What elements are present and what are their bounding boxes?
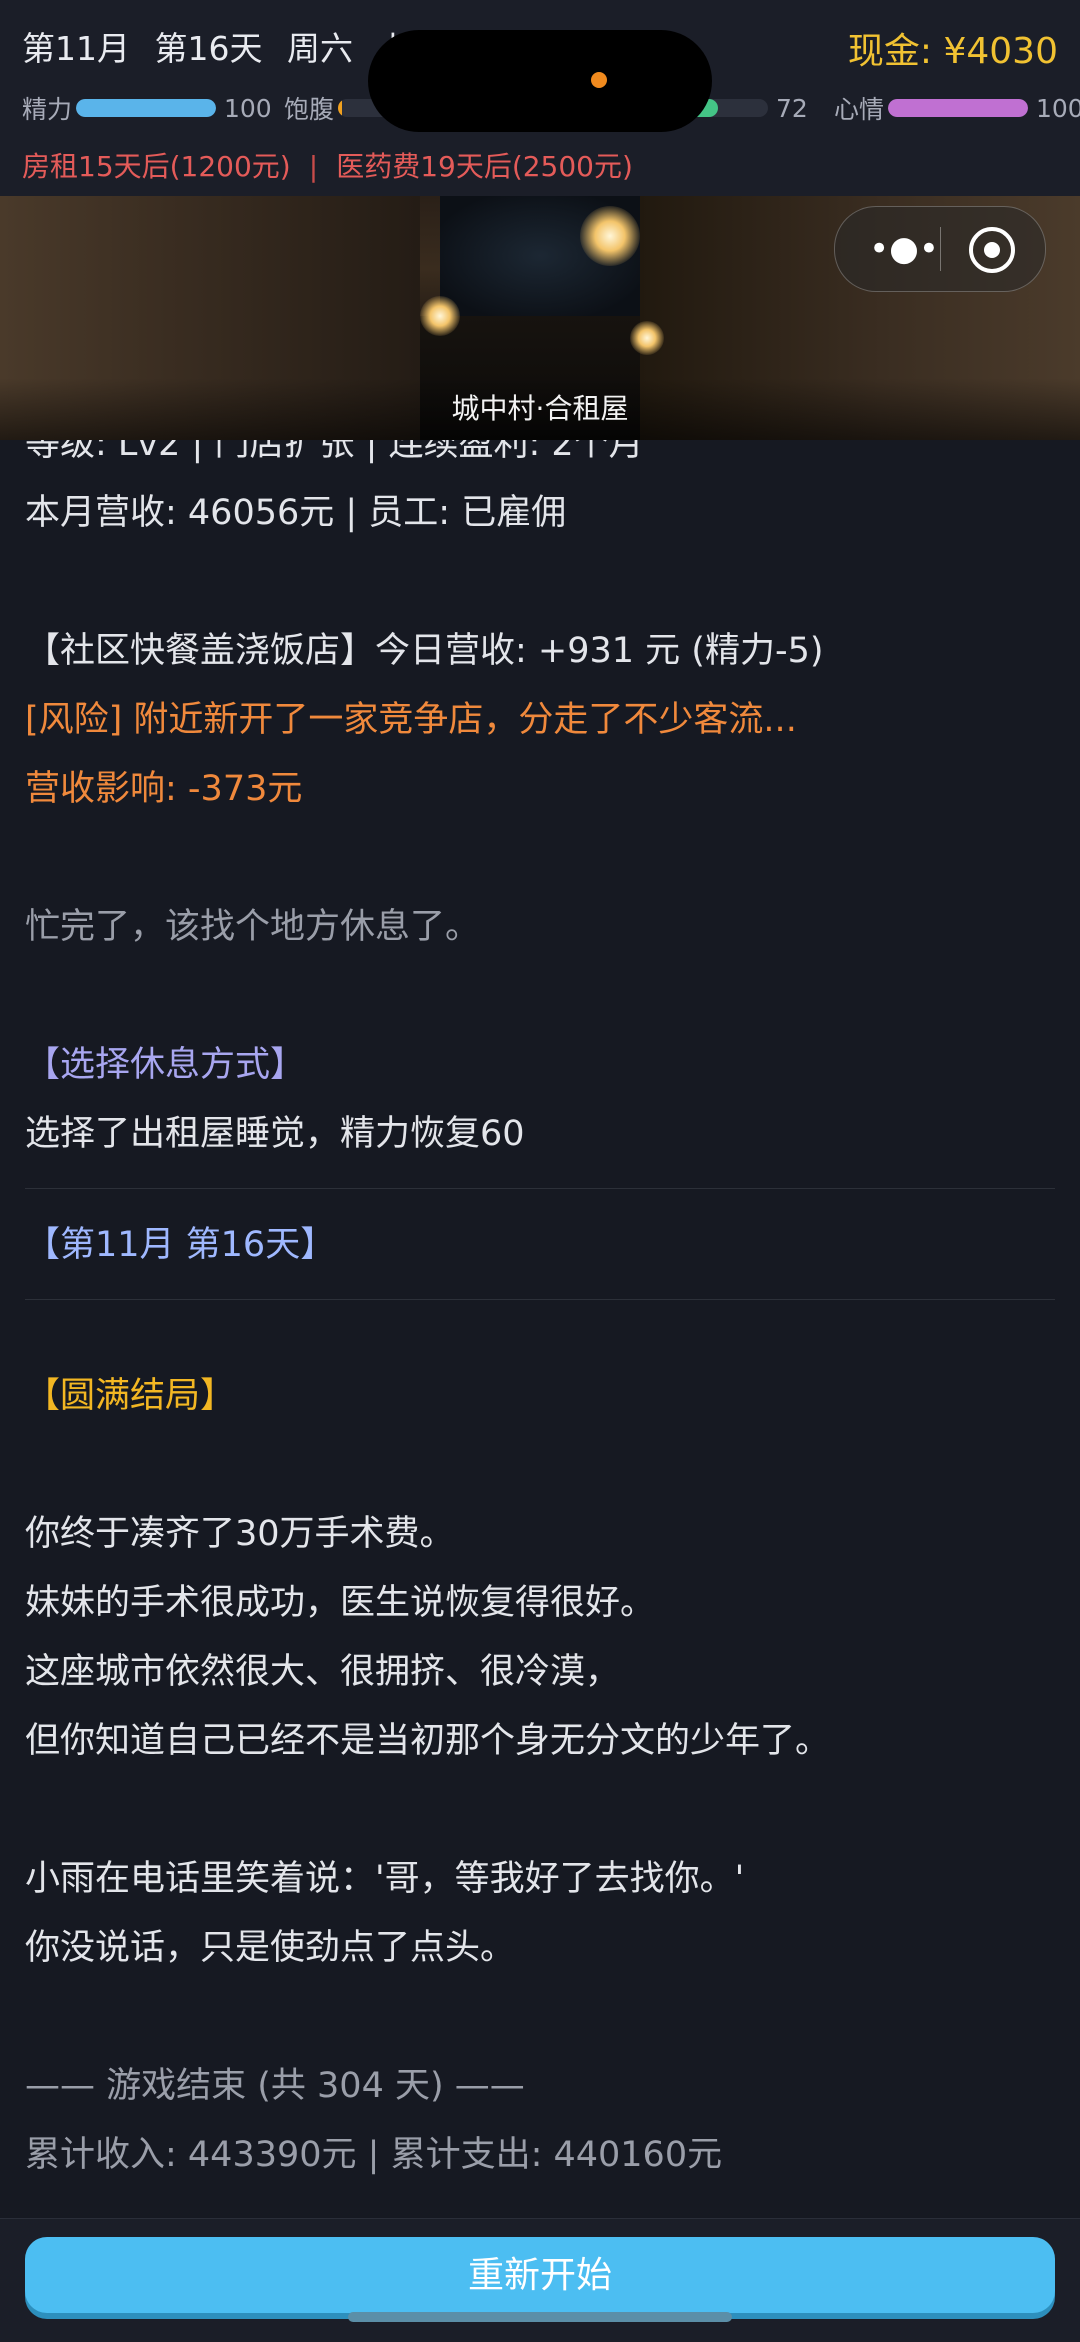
month-label: 第11月	[22, 29, 130, 68]
stat-energy-value: 100	[224, 93, 272, 123]
bill-warnings: 房租15天后(1200元) | 医药费19天后(2500元)	[22, 145, 633, 185]
stat-mood-bar	[888, 99, 1028, 117]
log-divider	[25, 1188, 1055, 1189]
warning-separator: |	[308, 150, 319, 183]
bottom-action-bar: 重新开始	[0, 2218, 1080, 2342]
scene-streetlight	[580, 206, 640, 266]
log-divider	[25, 1299, 1055, 1300]
log-revenue-impact: 营收影响: -373元	[25, 769, 303, 809]
log-rest-prompt: 忙完了，该找个地方休息了。	[25, 907, 481, 947]
ending-title: 【圆满结局】	[25, 1376, 236, 1416]
stat-energy-bar	[76, 99, 216, 117]
game-log: 等级: Lv2 | 门店扩张 | 连续盈利: 2个月 本月营收: 46056元 …	[25, 410, 1055, 2190]
stat-health-value: 72	[776, 93, 808, 123]
story-line: 这座城市依然很大、很拥挤、很冷漠，	[25, 1652, 621, 1692]
stat-mood-label: 心情	[834, 95, 884, 124]
camera-notch	[368, 30, 712, 132]
story-line: 但你知道自己已经不是当初那个身无分文的少年了。	[25, 1721, 831, 1761]
call-line: 小雨在电话里笑着说：'哥，等我好了去找你。'	[25, 1859, 745, 1899]
game-over-line: —— 游戏结束 (共 304 天) ——	[25, 2066, 525, 2106]
mini-program-capsule: •●•	[834, 206, 1046, 292]
cash-display: 现金: ¥4030	[847, 31, 1058, 72]
weekday-label: 周六	[287, 29, 353, 68]
log-risk-event: [风险] 附近新开了一家竞争店，分走了不少客流...	[25, 700, 797, 740]
capsule-divider	[940, 227, 941, 271]
scene-caption: 城中村·合租屋	[0, 378, 1080, 440]
stat-mood-value: 100	[1036, 93, 1080, 123]
rent-warning: 房租15天后(1200元)	[22, 150, 291, 183]
story-line: 你终于凑齐了30万手术费。	[25, 1514, 455, 1554]
stat-bar-fill	[76, 99, 216, 117]
stat-mood: 心情 100	[834, 90, 1080, 126]
scene-window-light	[630, 321, 664, 355]
call-line: 你没说话，只是使劲点了点头。	[25, 1928, 516, 1968]
medical-warning: 医药费19天后(2500元)	[336, 150, 633, 183]
stat-energy-label: 精力	[22, 95, 72, 124]
stat-energy: 精力 100	[22, 90, 272, 126]
log-rest-choice: 选择了出租屋睡觉，精力恢复60	[25, 1114, 525, 1154]
restart-button[interactable]: 重新开始	[25, 2237, 1055, 2313]
stat-bar-fill	[338, 99, 343, 117]
stat-satiety-label: 饱腹	[284, 95, 334, 124]
day-label: 第16天	[154, 29, 263, 68]
totals-line: 累计收入: 443390元 | 累计支出: 440160元	[25, 2135, 723, 2175]
log-day-header: 【第11月 第16天】	[25, 1225, 336, 1265]
home-indicator	[348, 2312, 732, 2322]
story-line: 妹妹的手术很成功，医生说恢复得很好。	[25, 1583, 656, 1623]
more-dots-icon[interactable]: •●•	[869, 225, 939, 273]
log-monthly-revenue: 本月营收: 46056元 | 员工: 已雇佣	[25, 493, 567, 533]
recording-indicator-icon	[591, 72, 607, 88]
scene-window-light	[420, 296, 460, 336]
log-rest-header: 【选择休息方式】	[25, 1045, 306, 1085]
stat-bar-fill	[888, 99, 1028, 117]
record-target-icon[interactable]	[969, 227, 1015, 273]
log-shop-income: 【社区快餐盖浇饭店】今日营收: +931 元 (精力-5)	[25, 631, 824, 671]
